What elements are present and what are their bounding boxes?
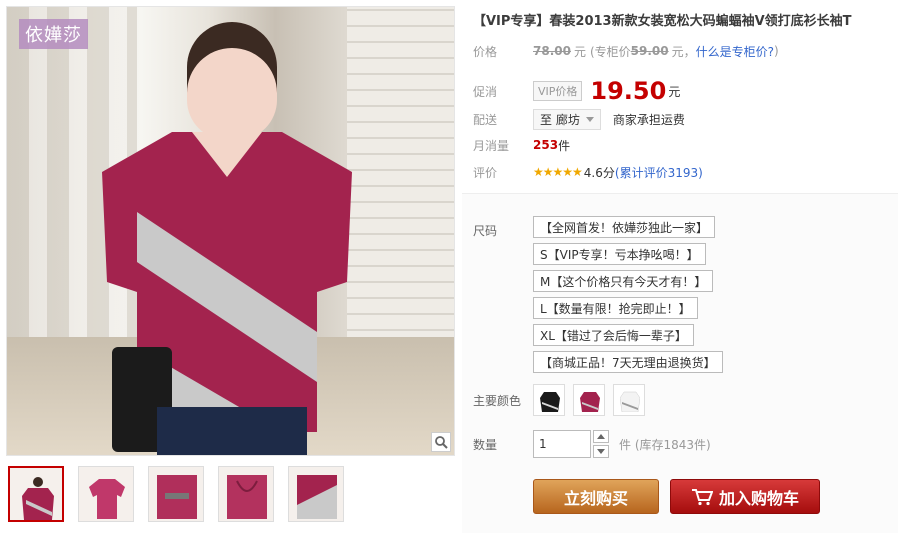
size-option[interactable]: 【全网首发！依嬅莎独此一家】 <box>533 216 716 238</box>
rating-row: 评价 ★★★★★ 4.6分 (累计评价3193) <box>473 161 703 183</box>
chevron-down-icon <box>585 116 594 122</box>
color-label: 主要颜色 <box>473 394 522 408</box>
sales-row: 月消量 253 件 <box>473 134 570 156</box>
delivery-row: 配送 至 廊坊 商家承担运费 <box>473 108 685 130</box>
price-unit: 元 <box>573 44 586 59</box>
promo-row: 促消 VIP价格 19.50 元 <box>473 76 680 106</box>
product-title: 【VIP专享】春装2013新款女装宽松大码蝙蝠袖V领打底衫长袖T <box>473 14 852 29</box>
price-row: 价格 78.00 元 (专柜价 59.00 元， 什么是专柜价? ) <box>473 40 779 62</box>
quantity-input[interactable] <box>533 430 591 458</box>
counter-price: 59.00 <box>630 44 669 58</box>
counter-price-unit: 元， <box>671 44 696 59</box>
size-option[interactable]: 【商城正品！7天无理由退换货】 <box>533 351 723 373</box>
color-list <box>533 384 645 416</box>
size-option[interactable]: XL【错过了会后悔一辈子】 <box>533 324 694 346</box>
model-head <box>187 22 277 140</box>
rating-score: 4.6分 <box>583 165 615 180</box>
counter-price-help-link[interactable]: 什么是专柜价? <box>696 43 774 60</box>
quantity-buttons <box>593 430 609 458</box>
price-label: 价格 <box>473 44 498 59</box>
reviews-link[interactable]: (累计评价3193) <box>615 164 703 181</box>
quantity-decrease-button[interactable] <box>593 445 609 458</box>
color-swatch-white[interactable] <box>613 384 645 416</box>
sales-label: 月消量 <box>473 138 510 153</box>
main-product-image[interactable]: 依嬅莎 <box>6 6 455 456</box>
promo-label: 促消 <box>473 84 498 99</box>
delivery-city-select[interactable]: 至 廊坊 <box>533 108 601 130</box>
vip-price-tag: VIP价格 <box>533 81 583 101</box>
add-to-cart-button[interactable]: 加入购物车 <box>670 479 820 514</box>
size-option[interactable]: M【这个价格只有今天才有！】 <box>533 270 714 292</box>
thumbnail-1[interactable] <box>8 466 64 522</box>
thumbnail-3[interactable] <box>148 466 204 522</box>
counter-price-close: ) <box>774 44 779 58</box>
thumbnail-strip <box>8 466 344 522</box>
rating-label: 评价 <box>473 165 498 180</box>
thumbnail-4[interactable] <box>218 466 274 522</box>
price-info: 价格 78.00 元 (专柜价 59.00 元， 什么是专柜价? ) 促消 VI… <box>473 32 898 190</box>
rating-stars-icon: ★★★★★ <box>533 165 583 179</box>
options-panel: 尺码 【全网首发！依嬅莎独此一家】 S【VIP专享！亏本挣吆喝！】 M【这个价格… <box>462 193 898 533</box>
sales-unit: 件 <box>558 138 571 153</box>
delivery-label: 配送 <box>473 112 498 127</box>
thumbnail-2[interactable] <box>78 466 134 522</box>
zoom-icon[interactable] <box>431 432 451 452</box>
add-to-cart-label: 加入购物车 <box>718 488 799 508</box>
promo-price: 19.50 <box>590 77 667 105</box>
size-option[interactable]: L【数量有限！抢完即止！】 <box>533 297 698 319</box>
chevron-down-icon <box>597 449 605 454</box>
thumbnail-5[interactable] <box>288 466 344 522</box>
qty-label: 数量 <box>473 438 498 452</box>
color-swatch-black[interactable] <box>533 384 565 416</box>
size-label: 尺码 <box>473 224 498 238</box>
size-option[interactable]: S【VIP专享！亏本挣吆喝！】 <box>533 243 706 265</box>
chevron-up-icon <box>597 434 605 439</box>
quantity-increase-button[interactable] <box>593 430 609 443</box>
original-price: 78.00 <box>533 44 571 58</box>
quantity-stepper: 件 (库存1843件) <box>533 430 711 458</box>
buy-now-button[interactable]: 立刻购买 <box>533 479 659 514</box>
promo-unit: 元 <box>668 84 681 99</box>
counter-price-text: (专柜价 <box>589 44 631 59</box>
brand-logo: 依嬅莎 <box>19 19 88 49</box>
sales-count: 253 <box>533 138 559 152</box>
delivery-note: 商家承担运费 <box>612 112 685 127</box>
thumbnail-active-arrow <box>34 466 44 468</box>
stock-text: 件 (库存1843件) <box>619 437 711 452</box>
delivery-city: 至 廊坊 <box>540 112 580 127</box>
cart-icon <box>691 488 713 505</box>
model-jeans <box>157 407 307 455</box>
color-swatch-rose[interactable] <box>573 384 605 416</box>
